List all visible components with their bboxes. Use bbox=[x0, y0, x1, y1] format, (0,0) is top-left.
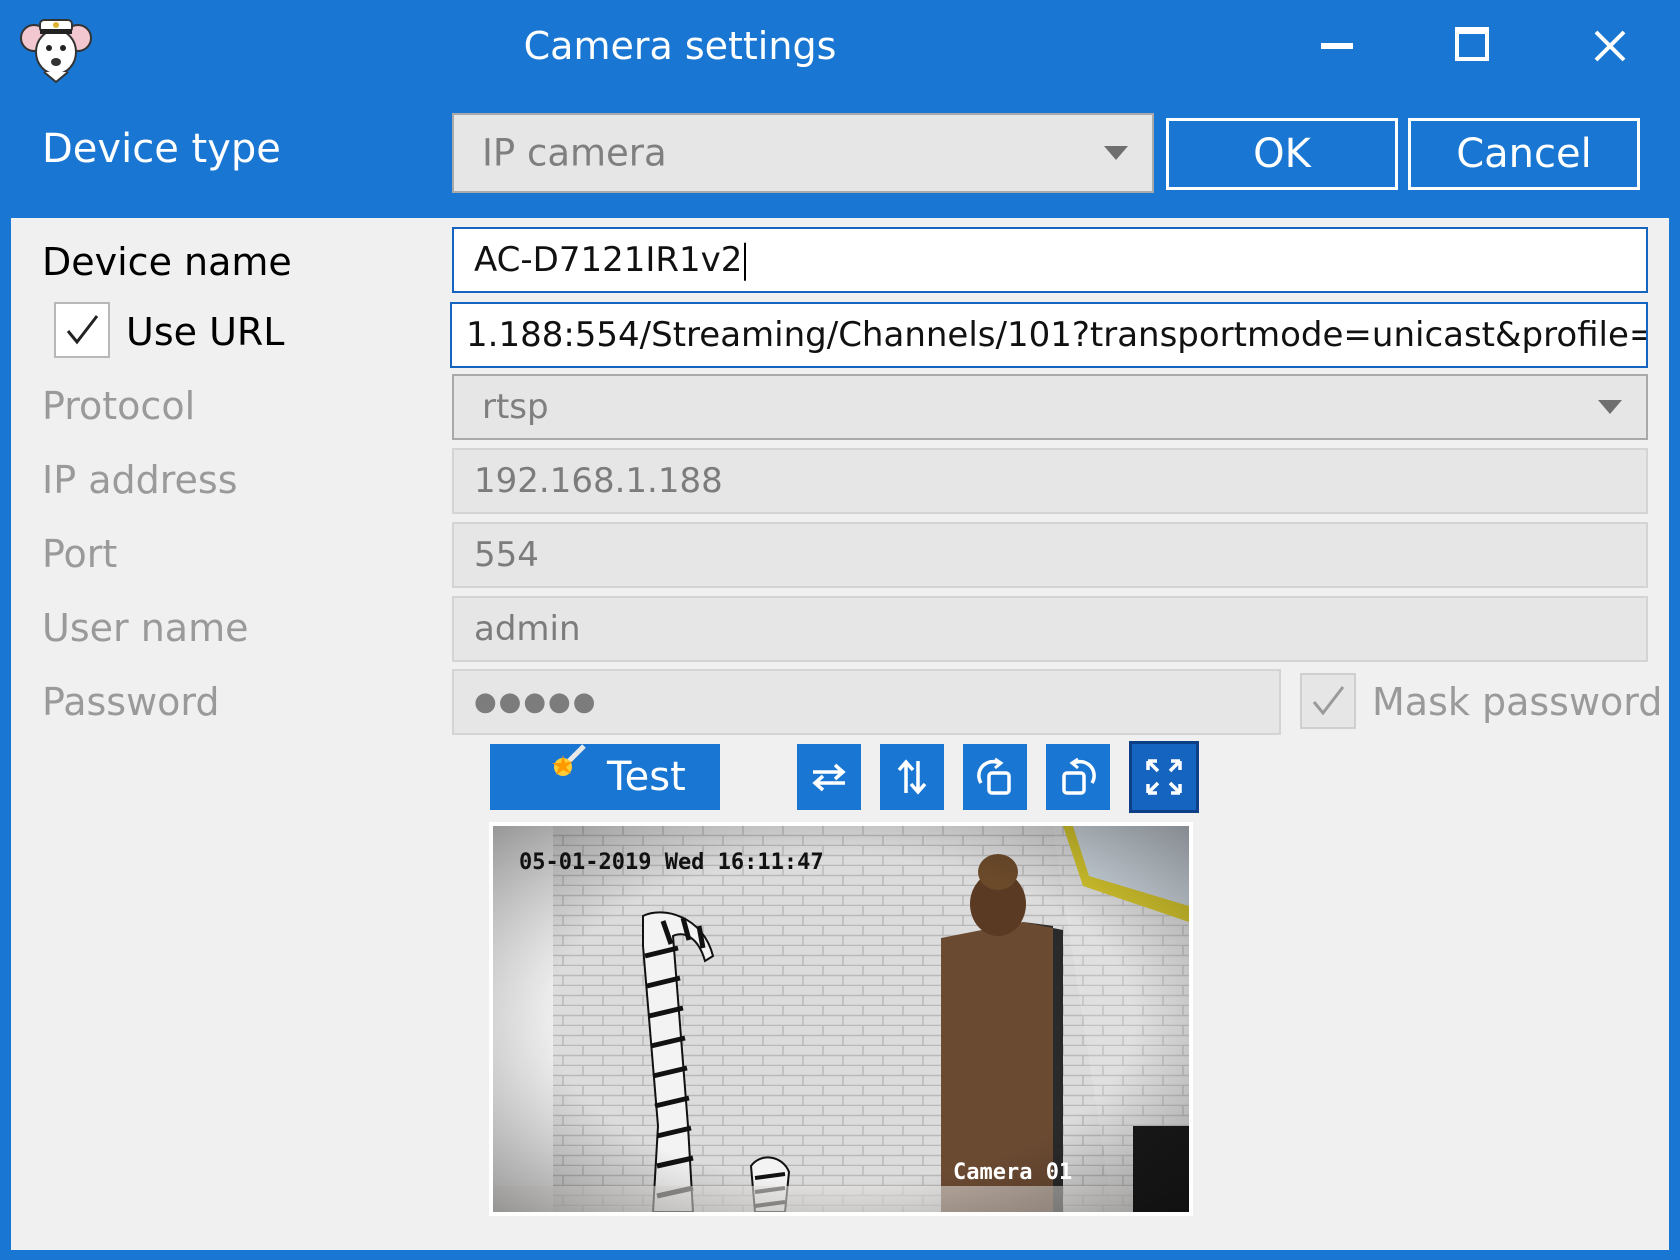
maximize-icon bbox=[1455, 27, 1489, 61]
mask-password-checkbox[interactable] bbox=[1300, 673, 1356, 729]
port-label: Port bbox=[42, 532, 118, 576]
window-title: Camera settings bbox=[523, 24, 837, 68]
checkmark-icon bbox=[1312, 686, 1345, 716]
device-type-select[interactable]: IP camera bbox=[452, 113, 1154, 193]
protocol-value: rtsp bbox=[482, 387, 549, 427]
magic-wand-icon bbox=[552, 744, 586, 776]
flip-horizontal-button[interactable] bbox=[797, 744, 861, 810]
device-name-input[interactable]: AC-D7121IR1v2 bbox=[452, 227, 1648, 293]
device-type-value: IP camera bbox=[482, 131, 667, 175]
device-name-value: AC-D7121IR1v2 bbox=[474, 239, 743, 280]
swap-vertical-icon bbox=[897, 759, 927, 795]
text-caret bbox=[744, 242, 747, 281]
fit-screen-icon bbox=[1146, 759, 1182, 795]
port-value: 554 bbox=[474, 535, 539, 575]
swap-horizontal-icon bbox=[812, 763, 846, 792]
use-url-label: Use URL bbox=[126, 310, 285, 354]
close-button[interactable] bbox=[1582, 18, 1638, 74]
user-name-label: User name bbox=[42, 606, 249, 650]
mask-password-label: Mask password bbox=[1372, 680, 1663, 724]
ip-address-value: 192.168.1.188 bbox=[474, 461, 723, 501]
test-button-label: Test bbox=[607, 754, 686, 800]
chevron-down-icon bbox=[1598, 400, 1622, 414]
cancel-button[interactable]: Cancel bbox=[1408, 118, 1640, 190]
url-input[interactable]: 1.188:554/Streaming/Channels/101?transpo… bbox=[450, 302, 1648, 368]
protocol-select[interactable]: rtsp bbox=[452, 374, 1648, 440]
camera-settings-window: Camera settings Device type IP camera OK… bbox=[0, 0, 1680, 1260]
test-button[interactable]: Test bbox=[490, 744, 720, 810]
ip-address-label: IP address bbox=[42, 458, 238, 502]
chevron-down-icon bbox=[1104, 146, 1128, 160]
password-label: Password bbox=[42, 680, 220, 724]
settings-panel: Device name AC-D7121IR1v2 Use URL 1.188:… bbox=[11, 218, 1669, 1250]
minimize-icon bbox=[1321, 43, 1353, 49]
close-icon bbox=[1594, 30, 1626, 62]
camera-frame-image bbox=[493, 826, 1189, 1212]
rotate-right-icon bbox=[1062, 757, 1096, 795]
ok-button[interactable]: OK bbox=[1166, 118, 1398, 190]
rotate-left-button[interactable] bbox=[963, 744, 1027, 810]
device-name-label: Device name bbox=[42, 240, 292, 284]
preview-camera-label: Camera 01 bbox=[953, 1160, 1073, 1185]
flip-vertical-button[interactable] bbox=[880, 744, 944, 810]
password-value: ●●●●● bbox=[474, 687, 598, 717]
ip-address-input[interactable]: 192.168.1.188 bbox=[452, 448, 1648, 514]
password-input[interactable]: ●●●●● bbox=[452, 669, 1281, 735]
port-input[interactable]: 554 bbox=[452, 522, 1648, 588]
preview-timestamp: 05-01-2019 Wed 16:11:47 bbox=[519, 850, 824, 875]
camera-preview: 05-01-2019 Wed 16:11:47 Camera 01 bbox=[489, 822, 1193, 1216]
fit-screen-button[interactable] bbox=[1129, 741, 1199, 813]
url-value: 1.188:554/Streaming/Channels/101?transpo… bbox=[466, 315, 1648, 355]
user-name-input[interactable]: admin bbox=[452, 596, 1648, 662]
rotate-right-button[interactable] bbox=[1046, 744, 1110, 810]
minimize-button[interactable] bbox=[1308, 18, 1364, 74]
maximize-button[interactable] bbox=[1445, 18, 1501, 74]
checkmark-icon bbox=[66, 315, 99, 345]
user-name-value: admin bbox=[474, 609, 581, 649]
rotate-left-icon bbox=[977, 757, 1011, 795]
protocol-label: Protocol bbox=[42, 384, 196, 428]
device-type-label: Device type bbox=[42, 126, 281, 172]
use-url-checkbox[interactable] bbox=[54, 302, 110, 358]
title-bar[interactable]: Camera settings bbox=[0, 0, 1680, 96]
